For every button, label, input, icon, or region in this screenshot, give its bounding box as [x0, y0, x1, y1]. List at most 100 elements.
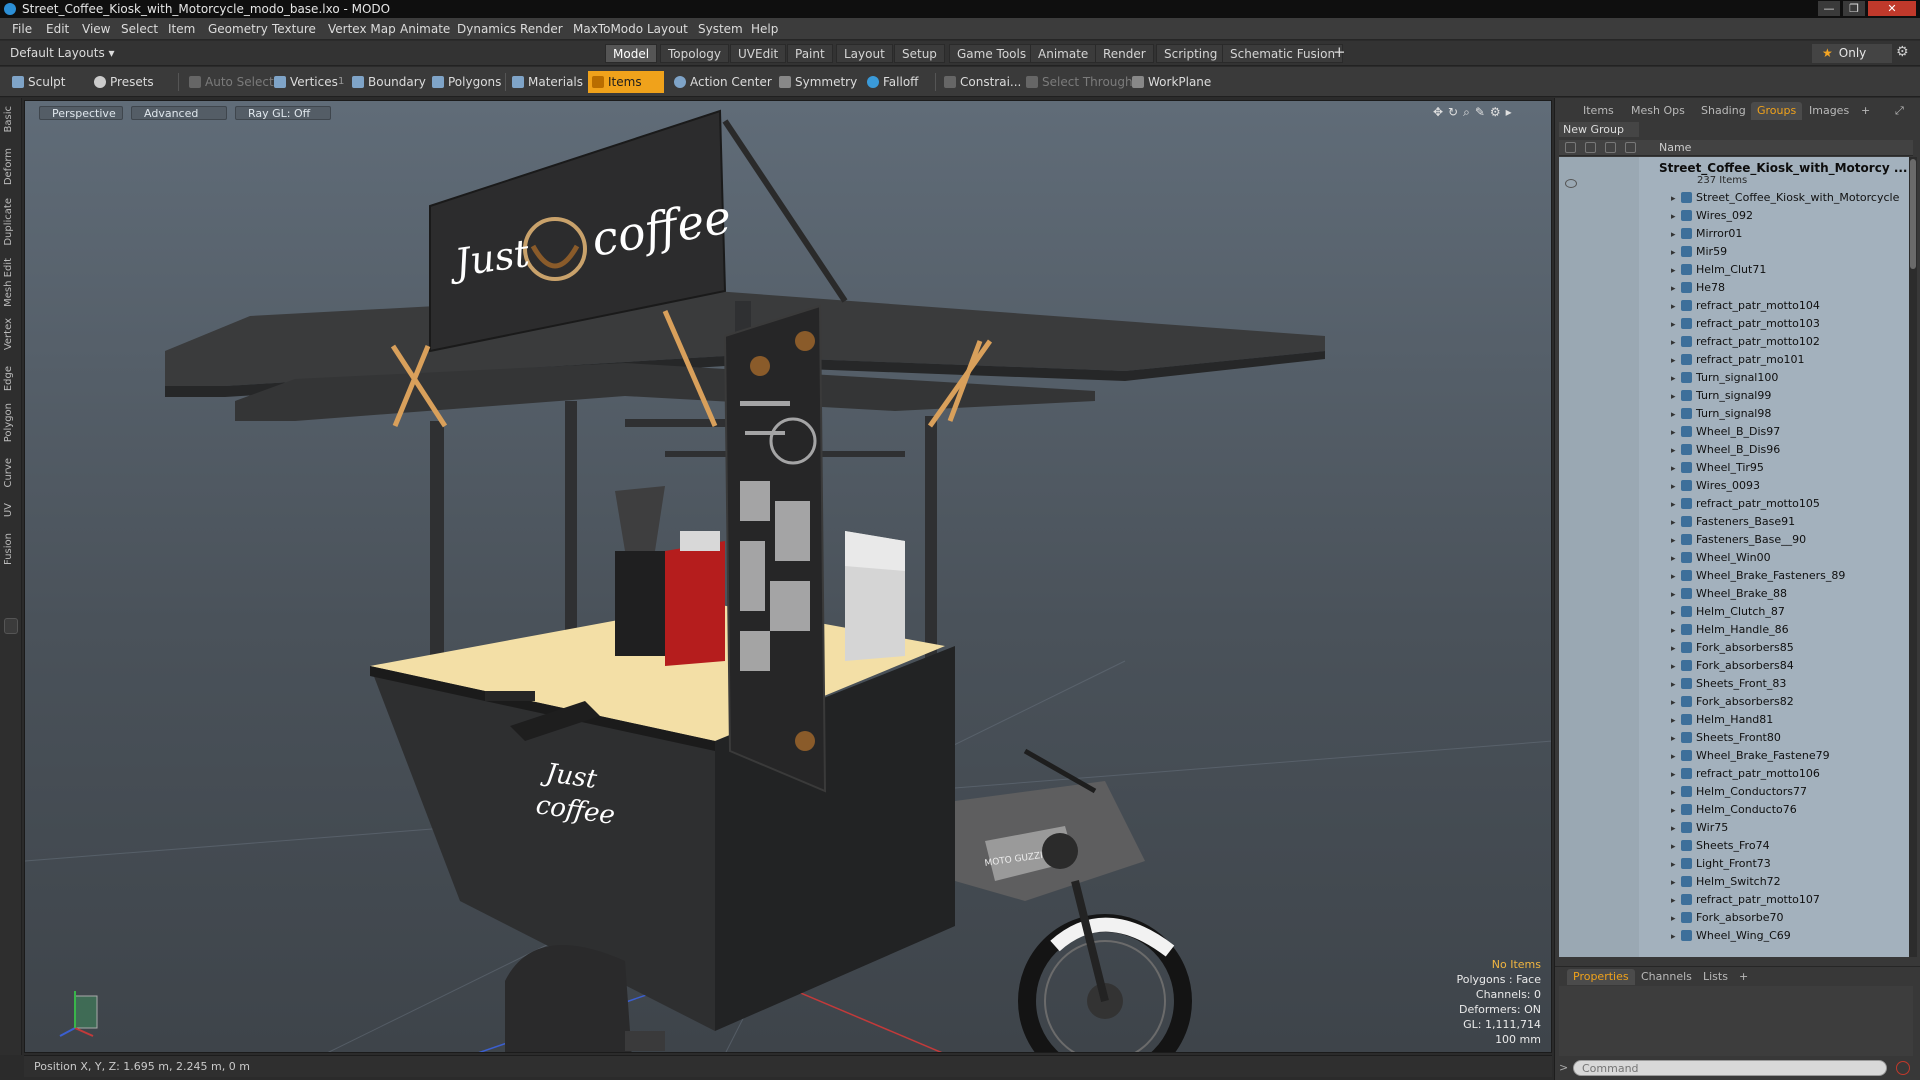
menu-maxtomodo[interactable]: MaxToModo	[573, 22, 643, 36]
select-through-button[interactable]: Select Through	[1022, 71, 1141, 93]
tree-list-item[interactable]: ▸ Helm_Clutch_87	[1671, 605, 1785, 623]
add-panel-tab[interactable]: +	[1855, 102, 1876, 120]
tab-shading[interactable]: Shading	[1695, 102, 1752, 120]
tree-list-item[interactable]: ▸ Wheel_B_Dis96	[1671, 443, 1780, 461]
vtab-polygon[interactable]: Polygon	[3, 403, 19, 442]
tree-list-item[interactable]: ▸ Sheets_Front80	[1671, 731, 1781, 749]
tree-list-item[interactable]: ▸ Fork_absorbers85	[1671, 641, 1794, 659]
menu-edit[interactable]: Edit	[46, 22, 69, 36]
expand-arrow-icon[interactable]: ▸	[1671, 644, 1679, 654]
tab-mesh-ops[interactable]: Mesh Ops	[1625, 102, 1691, 120]
tab-scripting[interactable]: Scripting	[1156, 44, 1226, 63]
vtab-basic[interactable]: Basic	[3, 106, 19, 132]
tree-list-item[interactable]: ▸ Helm_Hand81	[1671, 713, 1773, 731]
new-group-button[interactable]: New Group	[1559, 122, 1639, 137]
expand-arrow-icon[interactable]: ▸	[1671, 770, 1679, 780]
tab-setup[interactable]: Setup	[894, 44, 945, 63]
tree-list-item[interactable]: ▸ Helm_Conducto76	[1671, 803, 1797, 821]
expand-arrow-icon[interactable]: ▸	[1671, 428, 1679, 438]
expand-arrow-icon[interactable]: ▸	[1671, 626, 1679, 636]
tree-list-item[interactable]: ▸ refract_patr_motto102	[1671, 335, 1820, 353]
action-center-button[interactable]: Action Center	[670, 71, 780, 93]
expand-arrow-icon[interactable]: ▸	[1671, 860, 1679, 870]
tab-animate[interactable]: Animate	[1030, 44, 1097, 63]
tab-schematic-fusion[interactable]: Schematic Fusion	[1222, 44, 1344, 63]
tree-list-item[interactable]: ▸ Wires_092	[1671, 209, 1753, 227]
tree-list-item[interactable]: ▸ Wheel_Brake_Fastene79	[1671, 749, 1830, 767]
visibility-column-icon[interactable]	[1565, 142, 1576, 153]
tree-list-item[interactable]: ▸ Helm_Clut71	[1671, 263, 1766, 281]
tree-list-item[interactable]: ▸ Helm_Switch72	[1671, 875, 1781, 893]
tree-list-item[interactable]: ▸ Helm_Handle_86	[1671, 623, 1789, 641]
menu-help[interactable]: Help	[751, 22, 778, 36]
expand-arrow-icon[interactable]: ▸	[1671, 680, 1679, 690]
tree-list-item[interactable]: ▸ Turn_signal100	[1671, 371, 1778, 389]
falloff-button[interactable]: Falloff	[863, 71, 926, 93]
tab-uvedit[interactable]: UVEdit	[730, 44, 787, 63]
expand-arrow-icon[interactable]: ▸	[1671, 572, 1679, 582]
tree-list-item[interactable]: ▸ Helm_Conductors77	[1671, 785, 1807, 803]
vtab-vertex[interactable]: Vertex	[3, 318, 19, 350]
menu-select[interactable]: Select	[121, 22, 158, 36]
tree-list-item[interactable]: ▸ Fork_absorbers84	[1671, 659, 1794, 677]
tree-list-item[interactable]: ▸ Fasteners_Base91	[1671, 515, 1795, 533]
expand-arrow-icon[interactable]: ▸	[1671, 464, 1679, 474]
expand-arrow-icon[interactable]: ▸	[1671, 356, 1679, 366]
tree-list-item[interactable]: ▸ refract_patr_motto103	[1671, 317, 1820, 335]
tree-list-item[interactable]: ▸ Fork_absorbers82	[1671, 695, 1794, 713]
tab-layout[interactable]: Layout	[836, 44, 893, 63]
record-macro-icon[interactable]	[1896, 1061, 1910, 1075]
tree-list-item[interactable]: ▸ Fasteners_Base__90	[1671, 533, 1806, 551]
tree-list-item[interactable]: ▸ Wheel_Brake_88	[1671, 587, 1787, 605]
expand-arrow-icon[interactable]: ▸	[1671, 896, 1679, 906]
expand-arrow-icon[interactable]: ▸	[1671, 662, 1679, 672]
expand-arrow-icon[interactable]: ▸	[1671, 536, 1679, 546]
materials-button[interactable]: Materials	[508, 71, 591, 93]
vtab-duplicate[interactable]: Duplicate	[3, 198, 19, 246]
vtab-curve[interactable]: Curve	[3, 458, 19, 488]
tab-render[interactable]: Render	[1095, 44, 1154, 63]
tree-list-item[interactable]: ▸ He78	[1671, 281, 1725, 299]
tree-list-item[interactable]: ▸ Turn_signal98	[1671, 407, 1771, 425]
tree-scrollbar[interactable]	[1909, 157, 1917, 957]
expand-arrow-icon[interactable]: ▸	[1671, 302, 1679, 312]
expand-arrow-icon[interactable]: ▸	[1671, 806, 1679, 816]
menu-geometry[interactable]: Geometry	[208, 22, 268, 36]
tree-list-item[interactable]: ▸ Fork_absorbe70	[1671, 911, 1784, 929]
tab-topology[interactable]: Topology	[660, 44, 729, 63]
command-input[interactable]	[1573, 1060, 1887, 1076]
menu-file[interactable]: File	[12, 22, 32, 36]
expand-arrow-icon[interactable]: ▸	[1671, 824, 1679, 834]
tree-list-item[interactable]: ▸ Sheets_Fro74	[1671, 839, 1770, 857]
viewport-nav-icons[interactable]: ✥↻⌕✎⚙▸	[1433, 105, 1517, 120]
expand-arrow-icon[interactable]: ▸	[1671, 554, 1679, 564]
expand-arrow-icon[interactable]: ▸	[1671, 482, 1679, 492]
tree-list-item[interactable]: ▸ Wheel_Brake_Fasteners_89	[1671, 569, 1845, 587]
vtab-fusion[interactable]: Fusion	[3, 533, 19, 565]
constraints-button[interactable]: Constrai...	[940, 71, 1029, 93]
expand-arrow-icon[interactable]: ▸	[1671, 266, 1679, 276]
name-column-header[interactable]: Name	[1659, 141, 1691, 154]
tree-list-item[interactable]: ▸ refract_patr_mo101	[1671, 353, 1805, 371]
sculpt-button[interactable]: Sculpt	[8, 71, 73, 93]
expand-arrow-icon[interactable]: ▸	[1671, 320, 1679, 330]
expand-arrow-icon[interactable]: ▸	[1671, 212, 1679, 222]
expand-arrow-icon[interactable]: ▸	[1671, 878, 1679, 888]
tree-list-item[interactable]: ▸ refract_patr_motto106	[1671, 767, 1820, 785]
menu-dynamics[interactable]: Dynamics	[457, 22, 516, 36]
expand-panel-icon[interactable]: ⤢	[1895, 104, 1904, 118]
add-tab-icon[interactable]: +	[1333, 43, 1346, 61]
tab-channels[interactable]: Channels	[1635, 969, 1698, 985]
menu-vertex-map[interactable]: Vertex Map	[328, 22, 396, 36]
expand-arrow-icon[interactable]: ▸	[1671, 518, 1679, 528]
expand-arrow-icon[interactable]: ▸	[1671, 374, 1679, 384]
expand-arrow-icon[interactable]: ▸	[1671, 410, 1679, 420]
tree-list-item[interactable]: ▸ Wheel_B_Dis97	[1671, 425, 1780, 443]
expand-arrow-icon[interactable]: ▸	[1671, 590, 1679, 600]
tab-lists[interactable]: Lists	[1697, 969, 1734, 985]
tree-list-item[interactable]: ▸ Mirror01	[1671, 227, 1742, 245]
expand-arrow-icon[interactable]: ▸	[1671, 500, 1679, 510]
tree-list-item[interactable]: ▸ Mir59	[1671, 245, 1727, 263]
add-bottom-tab[interactable]: +	[1733, 969, 1754, 985]
expand-arrow-icon[interactable]: ▸	[1671, 932, 1679, 942]
